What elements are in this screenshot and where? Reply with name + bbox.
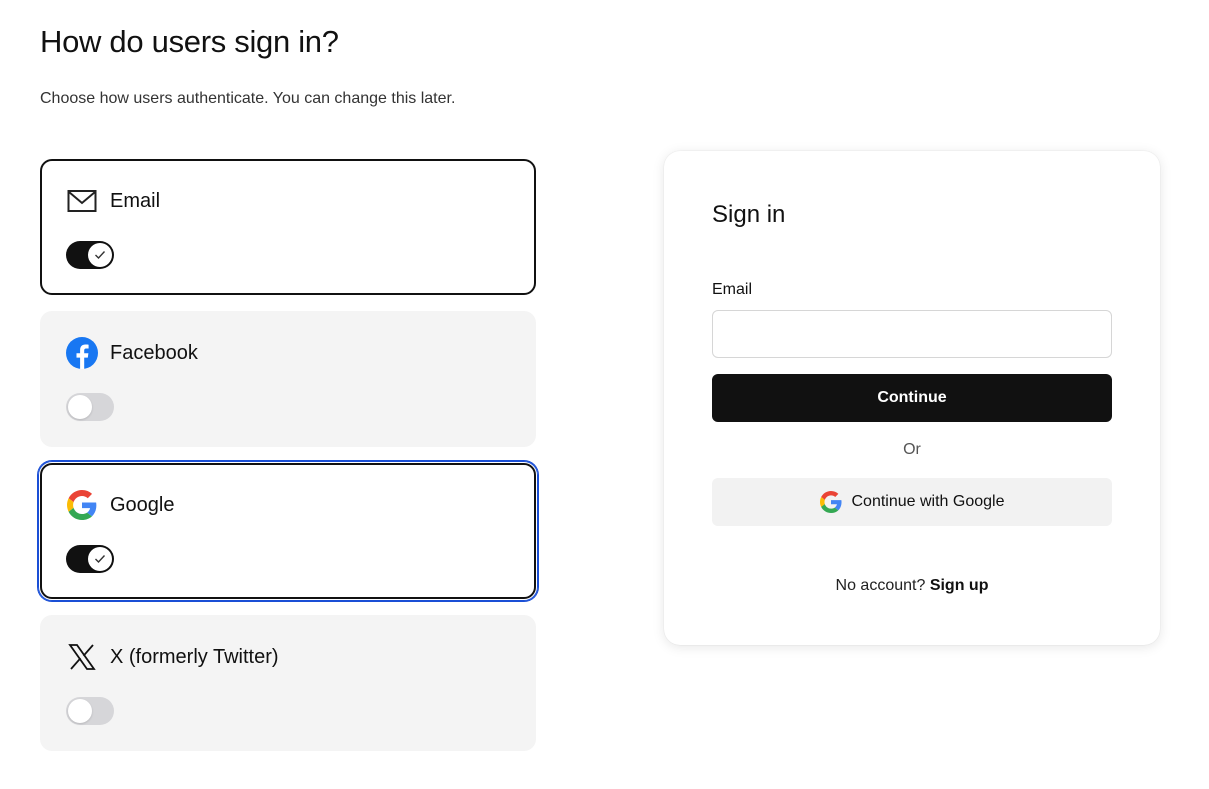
email-field[interactable]	[712, 310, 1112, 358]
mail-icon	[66, 185, 98, 217]
or-divider: Or	[903, 441, 921, 458]
provider-label-x: X (formerly Twitter)	[110, 645, 279, 668]
provider-header: Google	[66, 489, 175, 521]
provider-label-google: Google	[110, 493, 175, 516]
x-icon	[66, 641, 98, 673]
no-account-text: No account?	[835, 577, 926, 594]
email-field-label: Email	[712, 281, 753, 298]
provider-header: Facebook	[66, 337, 198, 369]
sign-up-link[interactable]: Sign up	[930, 577, 989, 594]
email-toggle[interactable]	[66, 241, 114, 269]
provider-card-facebook[interactable]: Facebook	[40, 311, 536, 447]
page-title: How do users sign in?	[40, 24, 339, 59]
facebook-toggle[interactable]	[66, 393, 114, 421]
continue-button[interactable]: Continue	[712, 374, 1112, 422]
check-icon	[88, 547, 112, 571]
provider-label-facebook: Facebook	[110, 341, 198, 364]
provider-header: Email	[66, 185, 160, 217]
provider-card-google[interactable]: Google	[38, 461, 538, 601]
google-icon	[66, 489, 98, 521]
signin-title: Sign in	[712, 201, 786, 228]
provider-card-email[interactable]: Email	[40, 159, 536, 295]
google-toggle[interactable]	[66, 545, 114, 573]
provider-header: X (formerly Twitter)	[66, 641, 279, 673]
signup-prompt: No account? Sign up	[712, 577, 1112, 595]
check-icon	[88, 243, 112, 267]
google-button-label: Continue with Google	[851, 493, 1005, 510]
x-toggle[interactable]	[66, 697, 114, 725]
continue-with-google-button[interactable]: Continue with Google	[712, 478, 1112, 526]
provider-card-x[interactable]: X (formerly Twitter)	[40, 615, 536, 751]
google-icon	[819, 491, 842, 513]
signin-preview-card: Sign in Email Continue Or Continue with …	[664, 151, 1160, 645]
toggle-knob	[68, 395, 92, 419]
facebook-icon	[66, 337, 98, 369]
page-subtitle: Choose how users authenticate. You can c…	[40, 90, 456, 107]
toggle-knob	[68, 699, 92, 723]
provider-label-email: Email	[110, 189, 161, 212]
